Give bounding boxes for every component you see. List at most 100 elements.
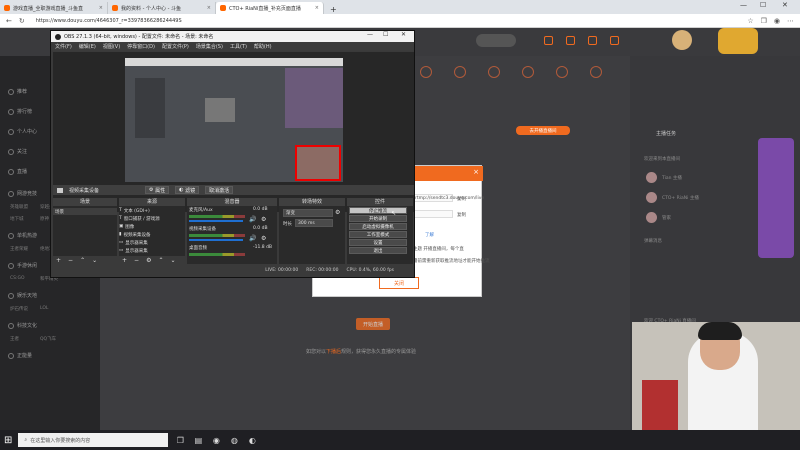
- tab-close-icon[interactable]: ×: [315, 5, 319, 11]
- menu-edit[interactable]: 编辑(E): [79, 43, 96, 50]
- volume-slider[interactable]: [189, 220, 243, 222]
- feature-icon[interactable]: [522, 66, 534, 78]
- source-item[interactable]: T 窗口捕获 / 游戏源: [119, 215, 160, 222]
- gear-icon[interactable]: ⚙: [146, 257, 151, 264]
- copy-key-button[interactable]: 复制: [457, 212, 466, 218]
- edge-icon[interactable]: ◐: [246, 434, 258, 446]
- settings-button[interactable]: 设置: [349, 239, 407, 246]
- sidebar-sub[interactable]: CS:GO: [10, 276, 25, 281]
- sidebar-sub[interactable]: 炉石传说: [10, 306, 28, 312]
- refresh-icon[interactable]: ↻: [19, 17, 25, 25]
- sidebar-item-live[interactable]: 直播: [8, 168, 27, 175]
- sidebar-item-rank[interactable]: 排行榜: [8, 108, 32, 115]
- collections-icon[interactable]: ❐: [761, 17, 767, 25]
- add-icon[interactable]: +: [122, 257, 127, 264]
- close-window-button[interactable]: ✕: [782, 1, 788, 9]
- remove-icon[interactable]: −: [134, 257, 139, 264]
- source-item[interactable]: ▮ 视频采集设备: [119, 231, 150, 238]
- down-icon[interactable]: ⌄: [92, 257, 97, 264]
- down-icon[interactable]: ⌄: [170, 257, 175, 264]
- menu-profile[interactable]: 配置文件(P): [162, 43, 189, 50]
- menu-help[interactable]: 帮助(H): [254, 43, 272, 50]
- speaker-icon[interactable]: 🔊: [249, 235, 256, 242]
- bottom-hint-link[interactable]: 下播后: [326, 349, 341, 355]
- gear-icon[interactable]: ⚙: [335, 209, 340, 216]
- remove-icon[interactable]: −: [68, 257, 73, 264]
- sidebar-item-netgame[interactable]: 网游竞技: [8, 190, 37, 197]
- obs-maximize-button[interactable]: ☐: [383, 31, 388, 38]
- menu-icon[interactable]: ⋯: [787, 17, 794, 25]
- stop-streaming-button[interactable]: 停止推流: [349, 207, 407, 214]
- copy-url-button[interactable]: 复制: [457, 196, 466, 202]
- sidebar-sub[interactable]: LOL: [40, 306, 48, 311]
- source-item[interactable]: ▣ 图像: [119, 223, 134, 230]
- back-icon[interactable]: ←: [6, 17, 12, 25]
- deactivate-button[interactable]: 取消激活: [205, 186, 234, 194]
- menu-tools[interactable]: 工具(T): [230, 43, 247, 50]
- profile-icon[interactable]: ◉: [774, 17, 780, 25]
- gear-icon[interactable]: ⚙: [261, 216, 266, 223]
- studio-mode-button[interactable]: 工作室模式: [349, 231, 407, 238]
- up-icon[interactable]: ⌃: [80, 257, 85, 264]
- activity-banner[interactable]: [758, 138, 794, 258]
- favorites-icon[interactable]: ☆: [747, 17, 753, 25]
- taskbar-search[interactable]: ⌕ 在这里输入你要搜索的内容: [18, 433, 169, 447]
- scene-item[interactable]: 场景: [53, 208, 117, 215]
- follow-icon[interactable]: [566, 36, 575, 45]
- history-icon[interactable]: [544, 36, 553, 45]
- source-item[interactable]: ▭ 显示器采集: [119, 247, 148, 254]
- start-live-button[interactable]: 开始直播: [356, 318, 390, 330]
- mascot-badge[interactable]: [718, 28, 758, 54]
- file-explorer-icon[interactable]: ▤: [192, 434, 204, 446]
- start-recording-button[interactable]: 开始录制: [349, 215, 407, 222]
- tab-game-live[interactable]: 游戏直播_全职游戏直播_斗鱼直 ×: [0, 2, 108, 14]
- properties-button[interactable]: ⚙ 属性: [145, 186, 170, 194]
- feature-icon[interactable]: [556, 66, 568, 78]
- new-tab-button[interactable]: +: [324, 5, 343, 14]
- stream-key-field[interactable]: [413, 210, 453, 218]
- sidebar-item-follow[interactable]: 关注: [8, 148, 27, 155]
- tab-close-icon[interactable]: ×: [207, 5, 211, 11]
- obs-close-button[interactable]: ✕: [401, 31, 406, 38]
- menu-scene-collection[interactable]: 场景集合(S): [196, 43, 223, 50]
- sidebar-sub[interactable]: 王者荣耀: [10, 246, 28, 252]
- sidebar-item-ent[interactable]: 娱乐天地: [8, 292, 37, 299]
- sidebar-sub[interactable]: 原神: [40, 216, 49, 222]
- up-icon[interactable]: ⌃: [158, 257, 163, 264]
- sidebar-item-profile[interactable]: 个人中心: [8, 128, 37, 135]
- sidebar-sub[interactable]: 英雄联盟: [10, 204, 28, 210]
- exit-button[interactable]: 退出: [349, 247, 407, 254]
- menu-file[interactable]: 文件(F): [55, 43, 72, 50]
- feature-icon[interactable]: [454, 66, 466, 78]
- learn-more-link[interactable]: 了解: [425, 232, 434, 238]
- sidebar-sub[interactable]: QQ飞车: [40, 336, 56, 342]
- filters-button[interactable]: ◐ 滤镜: [175, 186, 200, 194]
- source-item[interactable]: T 文本 (GDI+): [119, 207, 150, 214]
- sidebar-item-mobile[interactable]: 手游休闲: [8, 262, 37, 269]
- gear-icon[interactable]: ⚙: [261, 235, 266, 242]
- sidebar-sub[interactable]: 地下城: [10, 216, 24, 222]
- obs-minimize-button[interactable]: —: [367, 31, 373, 38]
- feature-icon[interactable]: [488, 66, 500, 78]
- sidebar-item-single[interactable]: 单机热游: [8, 232, 37, 239]
- tab-live-room[interactable]: CTO+ RiaNi直播_补充页面直播 ×: [216, 2, 324, 14]
- user-avatar[interactable]: [672, 30, 692, 50]
- minimize-button[interactable]: —: [740, 1, 747, 9]
- task-view-icon[interactable]: ❐: [174, 434, 186, 446]
- live-room-tag[interactable]: 去开播直播间: [516, 126, 570, 135]
- menu-docks[interactable]: 停靠窗口(D): [127, 43, 155, 50]
- transition-select[interactable]: 渐变: [283, 209, 333, 217]
- message-icon[interactable]: [610, 36, 619, 45]
- source-item[interactable]: ▭ 显示器采集: [119, 239, 148, 246]
- download-icon[interactable]: [588, 36, 597, 45]
- url-field[interactable]: https://www.douyu.com/4646307_r=33978366…: [32, 16, 741, 26]
- menu-view[interactable]: 视图(V): [103, 43, 120, 50]
- add-icon[interactable]: +: [56, 257, 61, 264]
- maximize-button[interactable]: ☐: [760, 1, 766, 9]
- tab-close-icon[interactable]: ×: [99, 5, 103, 11]
- tab-my-profile[interactable]: 我的资料 - 个人中心 - 斗鱼 ×: [108, 2, 216, 14]
- feature-icon[interactable]: [590, 66, 602, 78]
- sidebar-sub[interactable]: 王者: [10, 336, 19, 342]
- dialog-close-button[interactable]: 关闭: [379, 277, 419, 289]
- volume-slider[interactable]: [189, 239, 243, 241]
